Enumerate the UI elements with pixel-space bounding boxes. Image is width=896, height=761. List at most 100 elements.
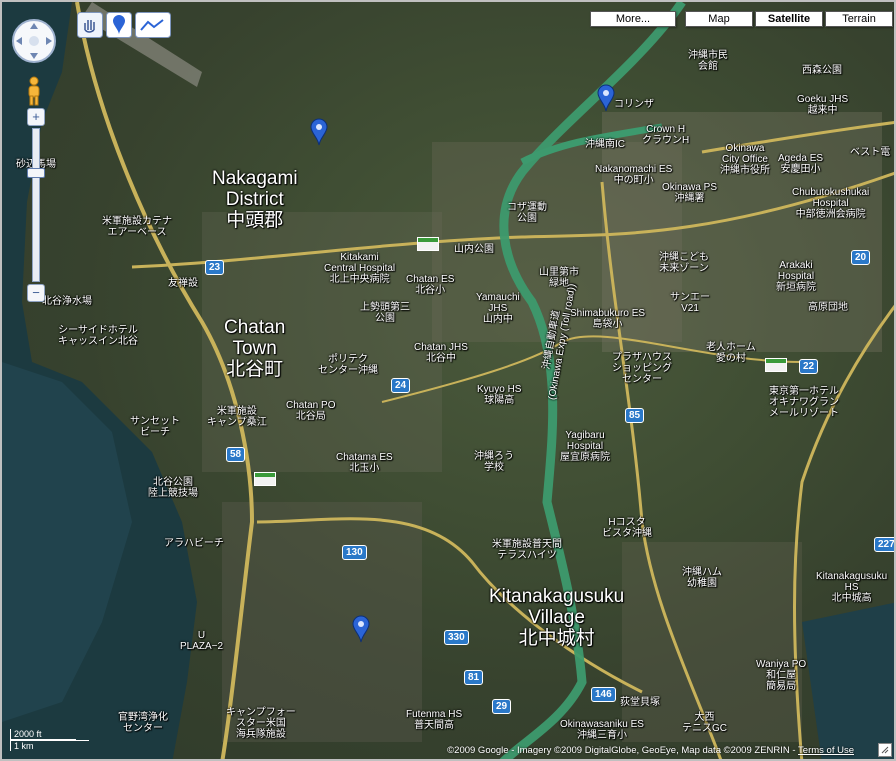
place-label: 西森公園 <box>802 65 842 76</box>
map-marker-icon[interactable] <box>352 615 370 643</box>
place-label: Hコスタ ビスタ沖縄 <box>602 517 652 539</box>
zoom-slider[interactable]: + − <box>27 108 45 304</box>
place-label: ベスト電 <box>850 147 891 158</box>
route-shield: 20 <box>851 250 871 265</box>
place-label: プラザハウス ショッピング センター <box>612 352 672 385</box>
scale-ft: 2000 ft <box>10 729 76 740</box>
place-label: 沖縄ろう 学校 <box>474 451 514 473</box>
place-label: 東京第一ホテル オキナワグラン メールリゾート <box>769 386 839 419</box>
line-icon[interactable] <box>135 12 171 38</box>
satellite-button[interactable]: Satellite <box>755 11 823 27</box>
street-view-pegman-icon[interactable] <box>26 76 42 106</box>
terms-link[interactable]: Terms of Use <box>798 745 854 756</box>
place-label: Yagibaru Hospital 屋宜原病院 <box>560 430 610 463</box>
route-shield: 23 <box>205 260 225 275</box>
place-label: ポリテク センター沖縄 <box>318 354 378 376</box>
terrain-button[interactable]: Terrain <box>825 11 893 27</box>
place-label: サンセット ビーチ <box>130 416 180 438</box>
hand-icon[interactable] <box>77 12 103 38</box>
place-label: Okinawa City Office 沖縄市役所 <box>720 143 770 176</box>
expressway-ic-icon <box>765 358 787 372</box>
place-label: Chubutokushukai Hospital 中部徳洲会病院 <box>792 187 870 220</box>
place-label: 老人ホーム 愛の村 <box>706 342 756 364</box>
place-label: キャンプフォー スター米国 海兵隊施設 <box>226 707 296 740</box>
route-shield: 22 <box>799 359 819 374</box>
map-marker-icon[interactable] <box>310 118 328 146</box>
place-label: Kyuyo HS 球陽高 <box>477 384 522 406</box>
place-label: Ageda ES 安慶田小 <box>778 153 824 175</box>
place-label: Arakaki Hospital 新垣病院 <box>776 260 816 293</box>
place-label: Yamauchi JHS 山内中 <box>476 292 520 325</box>
zoom-in-button[interactable]: + <box>27 108 45 126</box>
place-label: Okinawasaniku ES 沖縄三育小 <box>560 719 644 741</box>
expressway-ic-icon <box>254 472 276 486</box>
route-shield: 85 <box>625 408 645 423</box>
more-control: More... <box>590 11 676 27</box>
place-label: 米軍施設普天間 テラスハイツ <box>492 539 562 561</box>
place-label: 荻堂貝塚 <box>620 697 660 708</box>
place-label: Chatan PO 北谷局 <box>286 400 336 422</box>
place-label: 沖縄南IC <box>585 139 625 150</box>
map-button[interactable]: Map <box>685 11 753 27</box>
place-label: 北谷公園 陸上競技場 <box>148 477 198 499</box>
place-label: 大西 テニスGC <box>682 712 727 734</box>
district-label-kitanakagusuku: Kitanakagusuku Village 北中城村 <box>489 586 625 649</box>
place-label: Kitanakagusuku HS 北中城高 <box>816 571 888 604</box>
route-shield: 58 <box>226 447 246 462</box>
place-label: コザ運動 公園 <box>507 202 547 224</box>
place-label: Chatan ES 北谷小 <box>406 274 455 296</box>
place-label: Chatama ES 北玉小 <box>336 452 393 474</box>
place-label: 沖縄市民 会館 <box>688 50 728 72</box>
scale-bar: 2000 ft 1 km <box>10 729 89 751</box>
resize-corner-icon[interactable] <box>878 743 892 757</box>
pan-control[interactable] <box>10 17 58 65</box>
scale-km: 1 km <box>10 740 89 751</box>
place-label: 北谷浄水場 <box>42 296 92 307</box>
zoom-track[interactable] <box>32 128 40 282</box>
route-shield: 24 <box>391 378 411 393</box>
tool-bar <box>77 12 171 38</box>
place-label: シーサイドホテル キャッスイン北谷 <box>58 325 138 347</box>
place-label: Futenma HS 普天間高 <box>406 709 463 731</box>
place-label: 沖縄ハム 幼稚園 <box>682 567 722 589</box>
place-label: Kitakami Central Hospital 北上中央病院 <box>324 252 396 285</box>
map-canvas[interactable]: Nakagami District 中頭郡 Chatan Town 北谷町 Kitana… <box>0 0 896 761</box>
map-type-control: Map Satellite Terrain <box>685 11 893 27</box>
place-label: 官野湾浄化 センター <box>118 712 168 734</box>
expressway-ic-icon <box>417 237 439 251</box>
map-marker-icon[interactable] <box>597 84 615 112</box>
place-label: 沖縄こども 未来ゾーン <box>659 252 709 274</box>
place-label: アラハビーチ <box>164 538 224 549</box>
place-label: 山内公園 <box>454 244 494 255</box>
more-button[interactable]: More... <box>590 11 676 27</box>
district-label-nakagami: Nakagami District 中頭郡 <box>212 168 298 231</box>
place-label: Crown H クラウンH <box>642 124 690 146</box>
copyright: ©2009 Google - Imagery ©2009 DigitalGlob… <box>447 745 854 756</box>
place-label: 米軍施設 キャンプ桑江 <box>207 406 267 428</box>
place-label: U PLAZA−2 <box>180 630 224 652</box>
place-label: 米軍施設カテナ エアーベース <box>102 216 172 238</box>
place-label: 友禅設 <box>168 278 198 289</box>
place-label: 上勢頭第三 公園 <box>360 302 410 324</box>
route-shield: 130 <box>342 545 367 560</box>
district-label-chatan: Chatan Town 北谷町 <box>224 317 286 380</box>
route-shield: 29 <box>492 699 512 714</box>
zoom-thumb[interactable] <box>27 168 45 178</box>
copyright-text: ©2009 Google - Imagery ©2009 DigitalGlob… <box>447 745 796 756</box>
place-label: 高原団地 <box>808 302 848 313</box>
pin-icon[interactable] <box>106 12 132 38</box>
place-label: Waniya PO 和仁屋 簡易局 <box>756 659 807 692</box>
place-label: Chatan JHS 北谷中 <box>414 342 468 364</box>
route-shield: 146 <box>591 687 616 702</box>
route-shield: 227 <box>874 537 894 552</box>
place-label: コリンザ <box>614 99 654 110</box>
satellite-terrain <box>2 2 894 759</box>
zoom-out-button[interactable]: − <box>27 284 45 302</box>
route-shield: 81 <box>464 670 484 685</box>
place-label: サンエー V21 <box>670 292 710 314</box>
place-label: Shimabukuro ES 島袋小 <box>570 308 646 330</box>
route-shield: 330 <box>444 630 469 645</box>
place-label: Okinawa PS 沖縄署 <box>662 182 718 204</box>
place-label: Goeku JHS 越来中 <box>797 94 849 116</box>
place-label: Nakanomachi ES 中の町小 <box>595 164 673 186</box>
